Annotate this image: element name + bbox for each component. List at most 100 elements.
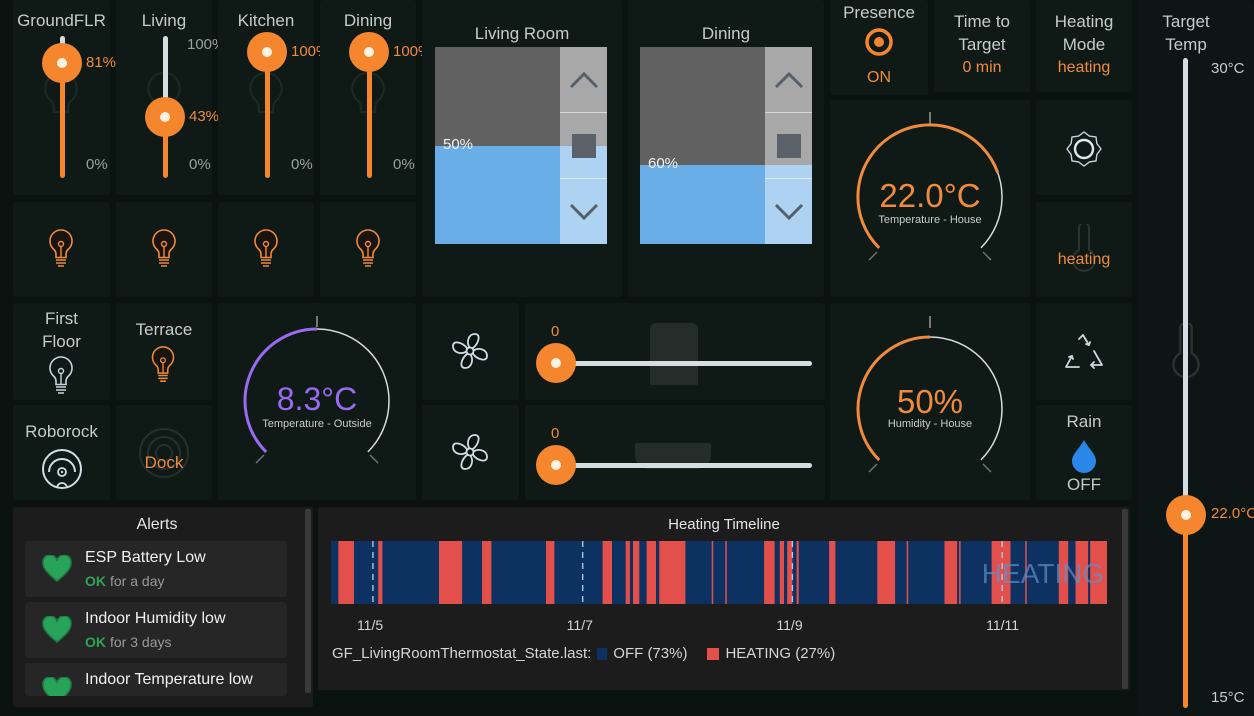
house-humidity-tile: 50% Humidity - House [830, 303, 1030, 500]
roborock-label: Roborock [25, 422, 98, 441]
alert-item[interactable]: Indoor Temperature low [25, 663, 287, 696]
fan-speed-slider-handle[interactable] [536, 445, 576, 485]
fan-speed-track[interactable] [555, 463, 812, 468]
dimmer-tile-living: Living 43% 0% 100% [116, 0, 225, 195]
legend-swatch-off [597, 647, 608, 660]
timeline-x-tick: 11/7 [566, 617, 593, 633]
dimmer-value: 81% [86, 53, 117, 71]
fan-speed-tile: 0 [525, 405, 825, 500]
fan-speed-value: 0 [551, 425, 560, 442]
blind-down-button[interactable] [560, 179, 607, 244]
target-temp-value: 22.0°C [1211, 504, 1254, 522]
terrace-label: Terrace [135, 320, 193, 339]
timeline-legend-prefix: GF_LivingRoomThermostat_State.last: [332, 645, 592, 662]
time-to-target-label-2: Target [958, 35, 1006, 54]
legend-item-heating[interactable]: HEATING (27%) [725, 645, 835, 662]
timeline-x-tick: 11/11 [986, 617, 1020, 633]
fan-speed-track[interactable] [555, 361, 812, 366]
time-to-target-value: 0 min [962, 59, 1002, 76]
fan-icon-tile[interactable] [422, 303, 519, 400]
fan-icon-tile[interactable] [422, 405, 519, 500]
roborock-tile[interactable]: Roborock [13, 405, 110, 500]
alerts-title: Alerts [136, 516, 178, 533]
stop-icon [776, 133, 801, 158]
recycle-icon [1065, 334, 1103, 369]
rain-tile: Rain OFF [1036, 405, 1132, 500]
light-toggle-tile[interactable] [116, 202, 212, 297]
dimmer-value: 43% [189, 107, 220, 125]
alert-status: OK for 3 days [85, 634, 171, 650]
lightbulb-on-icon [254, 229, 278, 267]
first-floor-label-2: Floor [42, 332, 81, 351]
dock-tile[interactable]: Dock [116, 405, 212, 500]
fan-icon [452, 434, 488, 470]
alert-title: ESP Battery Low [85, 549, 206, 566]
blind-controls [560, 47, 607, 244]
chevron-up-icon [774, 71, 803, 88]
blind-up-button[interactable] [560, 47, 607, 113]
settings-tile[interactable] [1036, 100, 1132, 195]
legend-item-off[interactable]: OFF (73%) [613, 645, 687, 662]
first-floor-light-tile[interactable]: First Floor [13, 303, 110, 400]
blind-position-display[interactable]: 60% [640, 47, 812, 244]
blind-label: Living Room [474, 24, 570, 43]
fan-speed-value: 0 [551, 323, 560, 340]
target-temp-tile: Target Temp 30°C 15°C 22.0°C [1138, 0, 1254, 716]
dimmer-label: Dining [343, 11, 393, 30]
first-floor-label-1: First [44, 309, 79, 328]
target-temp-track-unfilled[interactable] [1183, 58, 1188, 515]
recycle-tile[interactable] [1036, 303, 1132, 400]
water-drop-icon [1072, 440, 1096, 473]
alert-title: Indoor Temperature low [85, 671, 253, 688]
fan-speed-slider-handle[interactable] [536, 343, 576, 383]
house-temperature-value: 22.0°C [879, 177, 981, 214]
blind-stop-button[interactable] [765, 113, 812, 179]
alert-duration: for a day [110, 573, 165, 589]
timeline-legend: GF_LivingRoomThermostat_State.last: OFF … [332, 645, 835, 662]
alerts-scrollbar[interactable] [305, 509, 311, 693]
lightbulb-on-icon [152, 229, 176, 267]
dimmer-label: Living [141, 11, 187, 30]
light-toggle-tile[interactable] [218, 202, 314, 297]
blind-stop-button[interactable] [560, 113, 607, 179]
fan-icon [452, 333, 488, 369]
target-temp-slider-handle[interactable] [1166, 494, 1206, 535]
blind-down-button[interactable] [765, 179, 812, 244]
terrace-light-tile[interactable]: Terrace [116, 303, 212, 400]
lightbulb-on-icon [49, 229, 73, 267]
dimmer-slider-handle[interactable] [247, 32, 287, 72]
dimmer-tile-kitchen: Kitchen 100% 0% [218, 0, 329, 195]
presence-target-icon [865, 28, 893, 56]
target-temp-label-1: Target [1162, 12, 1210, 31]
lightbulb-off-icon [49, 356, 73, 394]
blind-position-display[interactable]: 50% [435, 47, 607, 244]
heating-status-tile[interactable]: heating [1036, 202, 1132, 297]
blind-up-button[interactable] [765, 47, 812, 113]
blind-tile: Dining 60% [628, 0, 824, 297]
dimmer-slider-handle[interactable] [349, 32, 389, 72]
blind-percentage: 60% [648, 155, 679, 173]
house-humidity-value: 50% [896, 383, 964, 420]
blind-label: Dining [701, 24, 751, 43]
dimmer-slider-handle[interactable] [42, 42, 82, 83]
alert-title: Indoor Humidity low [85, 610, 226, 627]
alert-item[interactable]: ESP Battery Low OK for a day [25, 541, 287, 597]
alert-item[interactable]: Indoor Humidity low OK for 3 days [25, 602, 287, 658]
presence-tile[interactable]: Presence ON [830, 0, 928, 95]
light-toggle-tile[interactable] [13, 202, 110, 297]
target-temp-min-label: 15°C [1211, 689, 1245, 706]
alert-ok-badge: OK [85, 573, 106, 589]
timeline-x-tick: 11/5 [356, 617, 384, 633]
target-temp-track-filled[interactable] [1183, 514, 1188, 708]
dimmer-min-label: 0% [189, 156, 211, 173]
legend-swatch-heating [707, 647, 720, 660]
dimmer-min-label: 0% [393, 156, 415, 173]
light-toggle-tile[interactable] [320, 202, 416, 297]
heating-status-value: heating [1057, 251, 1111, 268]
timeline-scrollbar[interactable] [1122, 509, 1128, 689]
heart-icon [42, 677, 72, 696]
time-to-target-tile: Time to Target 0 min [934, 0, 1030, 92]
dimmer-slider-handle[interactable] [145, 96, 185, 137]
target-temp-label-2: Temp [1165, 35, 1207, 54]
dimmer-min-label: 0% [291, 156, 313, 173]
